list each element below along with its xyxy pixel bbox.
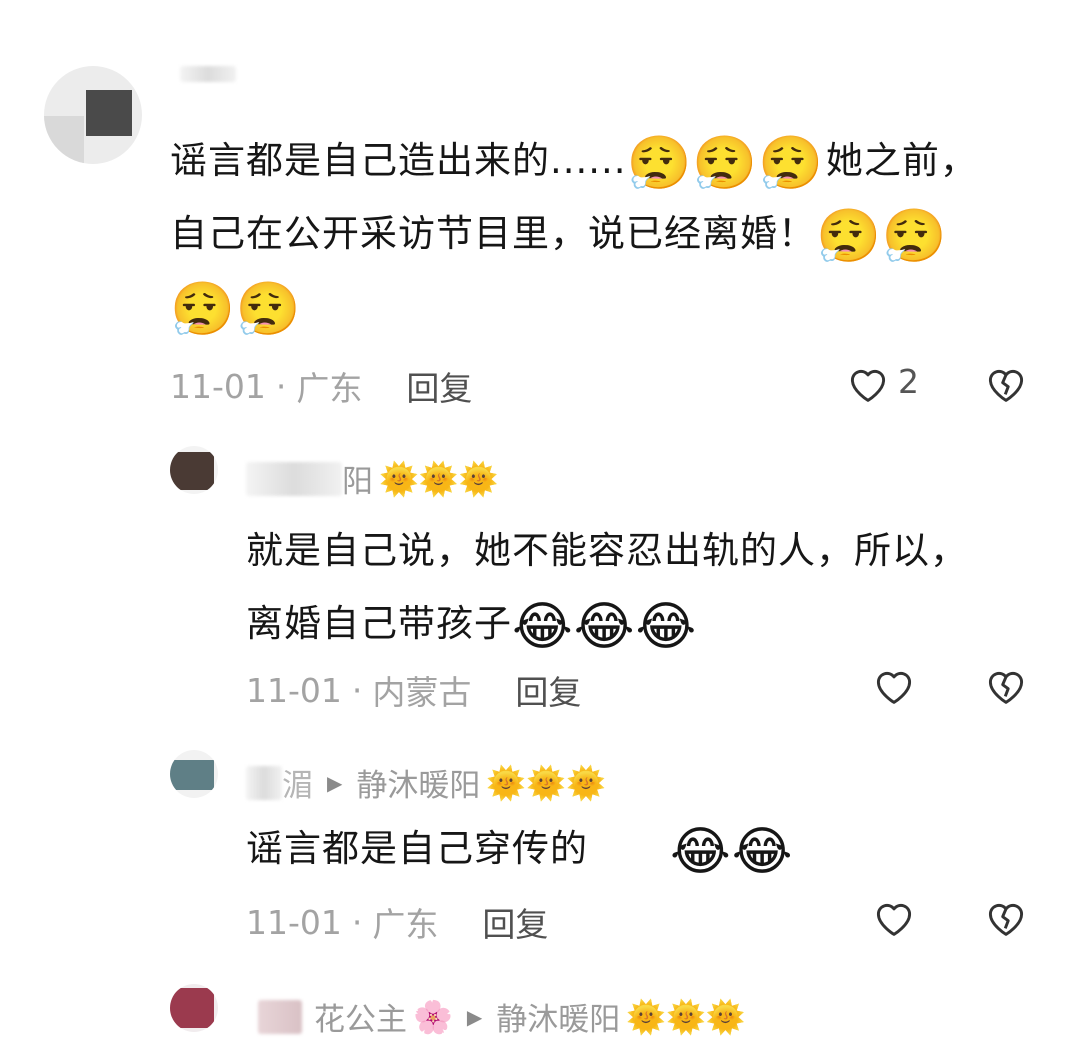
reply-to-name[interactable]: 静沐暖阳 [496, 994, 620, 1039]
reply-button[interactable]: 回复 [406, 362, 472, 410]
comment-text: 谣言都是自己穿传的 😂😂 [246, 822, 794, 882]
separator: · [275, 366, 287, 406]
sun-badges: 🌞🌞🌞 [626, 997, 746, 1036]
flower-badge: 🌸 [413, 997, 453, 1036]
separator: · [351, 670, 363, 710]
username-tail: 湄 [282, 768, 313, 804]
emoji-sigh: 😮‍💨😮‍💨😮‍💨 [626, 134, 824, 194]
comment-text: 谣言都是自己造出来的......😮‍💨😮‍💨😮‍💨她之前， 自己在公开采访节目里… [170, 134, 978, 340]
username-blurred[interactable] [180, 66, 236, 82]
play-arrow-icon: ▶ [327, 770, 343, 795]
heart-outline-icon[interactable] [846, 362, 890, 408]
emoji-sigh: 😮‍💨😮‍💨 [170, 280, 302, 340]
username[interactable]: 花公主 🌸 ▶ 静沐暖阳 🌞🌞🌞 [258, 994, 746, 1039]
play-arrow-icon: ▶ [466, 1004, 483, 1029]
comment-date: 11-01 [170, 366, 266, 406]
reply-button[interactable]: 回复 [515, 666, 581, 714]
comment-date: 11-01 [246, 670, 342, 710]
avatar[interactable] [170, 446, 218, 494]
username-tail: 阳 [342, 464, 373, 500]
avatar[interactable] [170, 984, 218, 1032]
sun-badges: 🌞🌞🌞 [486, 763, 606, 802]
username[interactable]: 湄 ▶ 静沐暖阳 🌞🌞🌞 [246, 760, 606, 805]
heart-outline-icon[interactable] [872, 664, 916, 710]
broken-heart-icon[interactable] [984, 664, 1028, 710]
comment-region: 广东 [372, 905, 439, 944]
comment-meta: 11-01 · 内蒙古 回复 [246, 666, 581, 714]
sun-badges: 🌞🌞🌞 [379, 459, 499, 498]
emoji-rofl: 😂😂 [670, 822, 794, 882]
broken-heart-icon[interactable] [984, 362, 1028, 408]
separator: · [351, 902, 363, 942]
avatar[interactable] [170, 750, 218, 798]
username-tail: 花公主 [314, 1002, 407, 1038]
comment-meta: 11-01 · 广东 回复 [246, 898, 548, 946]
reply-button[interactable]: 回复 [482, 898, 548, 946]
like-count: 2 [898, 362, 919, 401]
comment-text: 就是自己说，她不能容忍出轨的人，所以， 离婚自己带孩子😂😂😂 [246, 529, 968, 657]
reply-to-name[interactable]: 静沐暖阳 [356, 760, 480, 805]
emoji-rofl: 😂😂😂 [512, 597, 698, 657]
comment-meta: 11-01 · 广东 回复 [170, 362, 472, 410]
heart-outline-icon[interactable] [872, 896, 916, 942]
comment-region: 内蒙古 [372, 673, 472, 712]
username[interactable]: 阳 🌞🌞🌞 [246, 456, 499, 501]
emoji-sigh: 😮‍💨😮‍💨 [816, 207, 948, 267]
comment-region: 广东 [296, 369, 363, 408]
comment-date: 11-01 [246, 902, 342, 942]
broken-heart-icon[interactable] [984, 896, 1028, 942]
avatar[interactable] [44, 66, 142, 164]
